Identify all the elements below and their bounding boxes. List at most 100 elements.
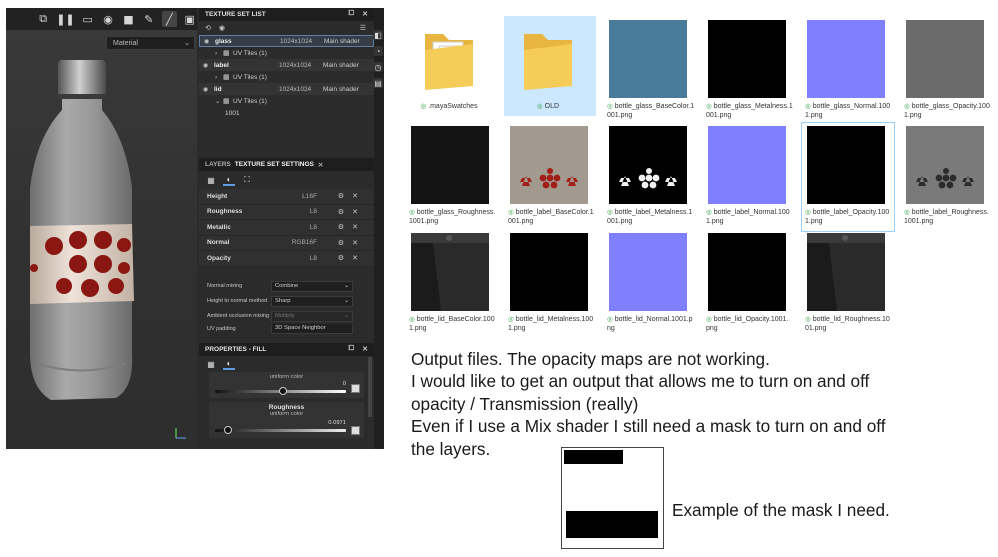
color-picker-icon[interactable]: [351, 384, 360, 393]
sync-status-icon: ◎: [805, 208, 813, 216]
log-dock-icon[interactable]: ▤: [373, 78, 383, 88]
channel-row-opacity[interactable]: Opacity L8 ⚙ ✕: [199, 251, 374, 267]
close-icon[interactable]: ✕: [362, 10, 368, 18]
screen-icon[interactable]: ⧉: [36, 11, 50, 27]
file-item[interactable]: ◎ bottle_lid_Roughness.10 01.png: [805, 233, 893, 333]
chevron-right-icon[interactable]: ›: [215, 50, 223, 57]
channel-settings-icon[interactable]: ⚙: [338, 239, 344, 247]
file-item[interactable]: ◎ bottle_label_Roughness. 1001.png: [904, 126, 992, 226]
uv-tiles-row[interactable]: › ▦ UV Tiles (1): [199, 47, 374, 59]
bake-icon[interactable]: ⛶: [241, 174, 253, 186]
sync-icon[interactable]: ⟲: [205, 24, 211, 32]
history-dock-icon[interactable]: ◷: [373, 62, 383, 72]
file-item[interactable]: ◎ bottle_glass_Normal.100 1.png: [805, 20, 893, 120]
texture-set-shader[interactable]: Main shader: [324, 38, 360, 45]
eye-icon[interactable]: ◉: [219, 24, 225, 32]
camera-icon[interactable]: ◉: [101, 11, 115, 27]
folder-item[interactable]: ◎ .mayaSwatches: [411, 20, 497, 120]
texture-set-shader[interactable]: Main shader: [323, 86, 359, 93]
channel-format[interactable]: RGB16F: [287, 239, 317, 246]
texture-set-row-label[interactable]: ◉ label 1024x1024 Main shader: [199, 59, 374, 71]
close-icon[interactable]: ✕: [362, 345, 368, 353]
eye-icon[interactable]: ◉: [203, 62, 211, 69]
uv-padding-select[interactable]: 3D Space Neighbor: [271, 323, 353, 334]
ao-mixing-select[interactable]: Multiply ⌄: [271, 310, 353, 322]
slider-knob[interactable]: [279, 387, 287, 395]
channel-row-metallic[interactable]: Metallic L8 ⚙ ✕: [199, 220, 374, 236]
slider-knob[interactable]: [224, 426, 233, 434]
file-item[interactable]: ◎ bottle_glass_Metalness.1 001.png: [706, 20, 794, 120]
layout-icon[interactable]: ▭: [80, 11, 94, 27]
texture-set-row-glass[interactable]: ◉ glass 1024x1024 Main shader: [199, 35, 374, 47]
normal-mixing-select[interactable]: Combine ⌄: [271, 280, 353, 292]
uv-tiles-row[interactable]: ⌄ ▦ UV Tiles (1): [199, 95, 374, 107]
file-item[interactable]: ◎ bottle_label_Opacity.100 1.png: [805, 126, 893, 226]
channel-settings-icon[interactable]: ⚙: [338, 192, 344, 200]
paint-brush-icon[interactable]: ╱: [162, 11, 177, 27]
file-item[interactable]: ◎ bottle_glass_Roughness. 1001.png: [409, 126, 497, 226]
remove-icon[interactable]: ✕: [352, 208, 358, 216]
remove-icon[interactable]: ✕: [352, 239, 358, 247]
remove-icon[interactable]: ✕: [352, 192, 358, 200]
screenshot-icon[interactable]: ▣: [183, 11, 197, 27]
color-slider[interactable]: [215, 387, 346, 395]
channel-settings-icon[interactable]: ⚙: [338, 254, 344, 262]
channel-format[interactable]: L8: [287, 224, 317, 231]
eye-icon[interactable]: ◉: [204, 38, 212, 45]
file-item[interactable]: ◎ bottle_glass_Opacity.100 1.png: [904, 20, 992, 120]
close-icon[interactable]: ✕: [318, 161, 323, 169]
channel-row-normal[interactable]: Normal RGB16F ⚙ ✕: [199, 235, 374, 251]
remove-icon[interactable]: ✕: [352, 223, 358, 231]
channels-icon[interactable]: ◐: [223, 358, 235, 370]
uv-tiles-row[interactable]: › ▦ UV Tiles (1): [199, 71, 374, 83]
channel-row-roughness[interactable]: Roughness L8 ⚙ ✕: [199, 204, 374, 220]
texture-set-shader[interactable]: Main shader: [323, 62, 359, 69]
file-item[interactable]: ◎ bottle_lid_Normal.1001.p ng: [607, 233, 695, 333]
channel-settings-icon[interactable]: ⚙: [338, 208, 344, 216]
eye-icon[interactable]: ◉: [203, 86, 211, 93]
property-value[interactable]: 0.0971: [328, 420, 346, 426]
settings-icon[interactable]: ▦: [205, 358, 217, 370]
file-item[interactable]: ◎ bottle_label_BaseColor.1 001.png: [508, 126, 596, 226]
channels-icon[interactable]: ◐: [223, 174, 235, 186]
brush-settings-icon[interactable]: ✎: [142, 11, 156, 27]
channel-row-height[interactable]: Height L16F ⚙ ✕: [199, 189, 374, 205]
texture-set-row-lid[interactable]: ◉ lid 1024x1024 Main shader: [199, 83, 374, 95]
file-item[interactable]: ◎ bottle_lid_Opacity.1001. png: [706, 233, 794, 333]
chevron-down-icon[interactable]: ⌄: [215, 97, 223, 105]
settings-icon[interactable]: ▦: [205, 174, 217, 186]
file-item[interactable]: ◎ bottle_lid_Metalness.100 1.png: [508, 233, 596, 333]
tab-texture-set-settings[interactable]: TEXTURE SET SETTINGS: [235, 161, 314, 168]
file-item[interactable]: ◎ bottle_lid_BaseColor.100 1.png: [409, 233, 497, 333]
menu-icon[interactable]: ☰: [360, 24, 366, 32]
file-item[interactable]: ◎ bottle_label_Normal.100 1.png: [706, 126, 794, 226]
3d-viewport[interactable]: ⧉ ❚❚ ▭ ◉ ■ ✎ ╱ ▣ Material ⌄: [6, 8, 197, 449]
file-name-line: 001.png: [706, 111, 732, 119]
color-picker-icon[interactable]: [351, 426, 360, 435]
roughness-slider[interactable]: [215, 426, 346, 434]
pause-icon[interactable]: ❚❚: [56, 11, 74, 27]
setting-value: Combine: [275, 282, 299, 289]
video-icon[interactable]: ■: [121, 11, 135, 27]
remove-icon[interactable]: ✕: [352, 254, 358, 262]
height-to-normal-select[interactable]: Sharp ⌄: [271, 295, 353, 307]
scrollbar[interactable]: [368, 357, 372, 417]
channel-format[interactable]: L8: [287, 255, 317, 262]
layers-dock-icon[interactable]: ◧: [373, 30, 383, 40]
float-icon[interactable]: ⧠: [349, 345, 355, 353]
grid-icon: ▦: [223, 98, 230, 105]
settings-dock-icon[interactable]: ◔: [373, 46, 383, 56]
file-item[interactable]: ◎ bottle_glass_BaseColor.1 001.png: [607, 20, 695, 120]
channel-format[interactable]: L16F: [287, 193, 317, 200]
channel-settings-icon[interactable]: ⚙: [338, 223, 344, 231]
tab-layers[interactable]: LAYERS: [205, 161, 231, 168]
file-name-line: bottle_label_Roughness.: [911, 209, 989, 216]
channel-name: Roughness: [207, 208, 243, 216]
chevron-right-icon[interactable]: ›: [215, 74, 223, 81]
uv-tile-row[interactable]: 1001: [199, 107, 374, 119]
file-item[interactable]: ◎ bottle_label_Metalness.1 001.png: [607, 126, 695, 226]
channel-format[interactable]: L8: [287, 208, 317, 215]
property-value[interactable]: 0: [343, 381, 346, 387]
float-icon[interactable]: ⧠: [349, 10, 355, 18]
folder-item[interactable]: ◎ OLD: [510, 20, 596, 120]
